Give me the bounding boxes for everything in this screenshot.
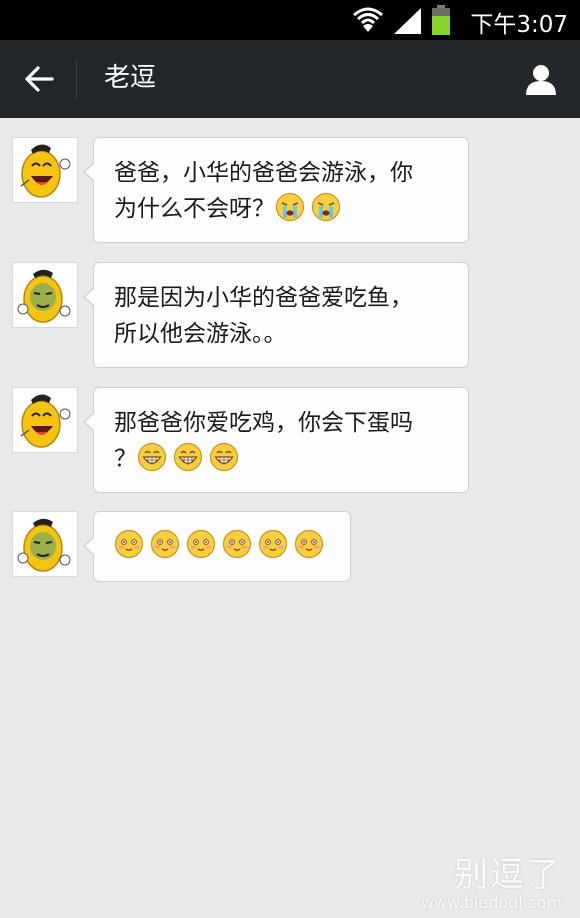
profile-button[interactable] — [516, 56, 566, 102]
status-bar: 下午3:07 — [0, 0, 580, 40]
shy-smile-face-icon — [222, 529, 252, 559]
crying-face-icon — [311, 192, 341, 222]
message-text-line: 为什么不会呀？ — [114, 191, 450, 227]
message-text-line: 那是因为小华的爸爸爱吃鱼， — [114, 285, 413, 311]
avatar[interactable] — [12, 137, 78, 203]
avatar[interactable] — [12, 387, 78, 453]
watermark-title: 别逗了 — [454, 855, 562, 895]
grinning-face-icon — [209, 442, 239, 472]
mango-meme-face-icon — [17, 518, 71, 572]
person-icon — [526, 65, 556, 95]
message-emoji-line — [114, 528, 332, 564]
mango-laughing-icon — [20, 144, 71, 198]
wifi-icon — [353, 7, 383, 32]
message-text-line: 为什么不会呀？ — [114, 196, 275, 222]
crying-face-icon — [275, 192, 305, 222]
shy-smile-face-icon — [150, 529, 180, 559]
chat-title: 老逗 — [104, 63, 157, 93]
grinning-face-icon — [173, 442, 203, 472]
shy-smile-face-icon — [294, 529, 324, 559]
grinning-face-icon — [137, 442, 167, 472]
shy-smile-face-icon — [114, 529, 144, 559]
battery-icon — [432, 5, 450, 35]
message-text-line: 那爸爸你爱吃鸡，你会下蛋吗 — [114, 410, 413, 436]
back-button[interactable] — [14, 56, 64, 102]
mango-laughing-icon — [20, 394, 71, 448]
watermark: 别逗了 www.biedoul.com — [421, 856, 562, 912]
message-text-line: 所以他会游泳。。 — [114, 321, 287, 347]
avatar[interactable] — [12, 262, 78, 328]
message-bubble[interactable]: 那爸爸你爱吃鸡，你会下蛋吗 ？ — [83, 387, 469, 493]
avatar[interactable] — [12, 511, 78, 577]
message-bubble[interactable]: 爸爸，小华的爸爸会游泳，你 为什么不会呀？ — [83, 137, 469, 243]
signal-icon — [394, 8, 421, 34]
watermark-url: www.biedoul.com — [420, 893, 562, 912]
shy-smile-face-icon — [186, 529, 216, 559]
message-text-line: 爸爸，小华的爸爸会游泳，你 — [114, 160, 413, 186]
message-text-line: ？ — [114, 441, 450, 477]
message-bubble[interactable]: 那是因为小华的爸爸爱吃鱼， 所以他会游泳。。 — [83, 262, 469, 368]
message-text-line: ？ — [114, 446, 137, 472]
title-divider — [76, 60, 77, 98]
title-bar: 老逗 — [0, 40, 580, 118]
status-time: 下午3:07 — [470, 12, 568, 38]
message-bubble[interactable] — [83, 511, 351, 582]
arrow-left-icon — [25, 66, 54, 92]
mango-meme-face-icon — [17, 269, 71, 323]
shy-smile-face-icon — [258, 529, 288, 559]
